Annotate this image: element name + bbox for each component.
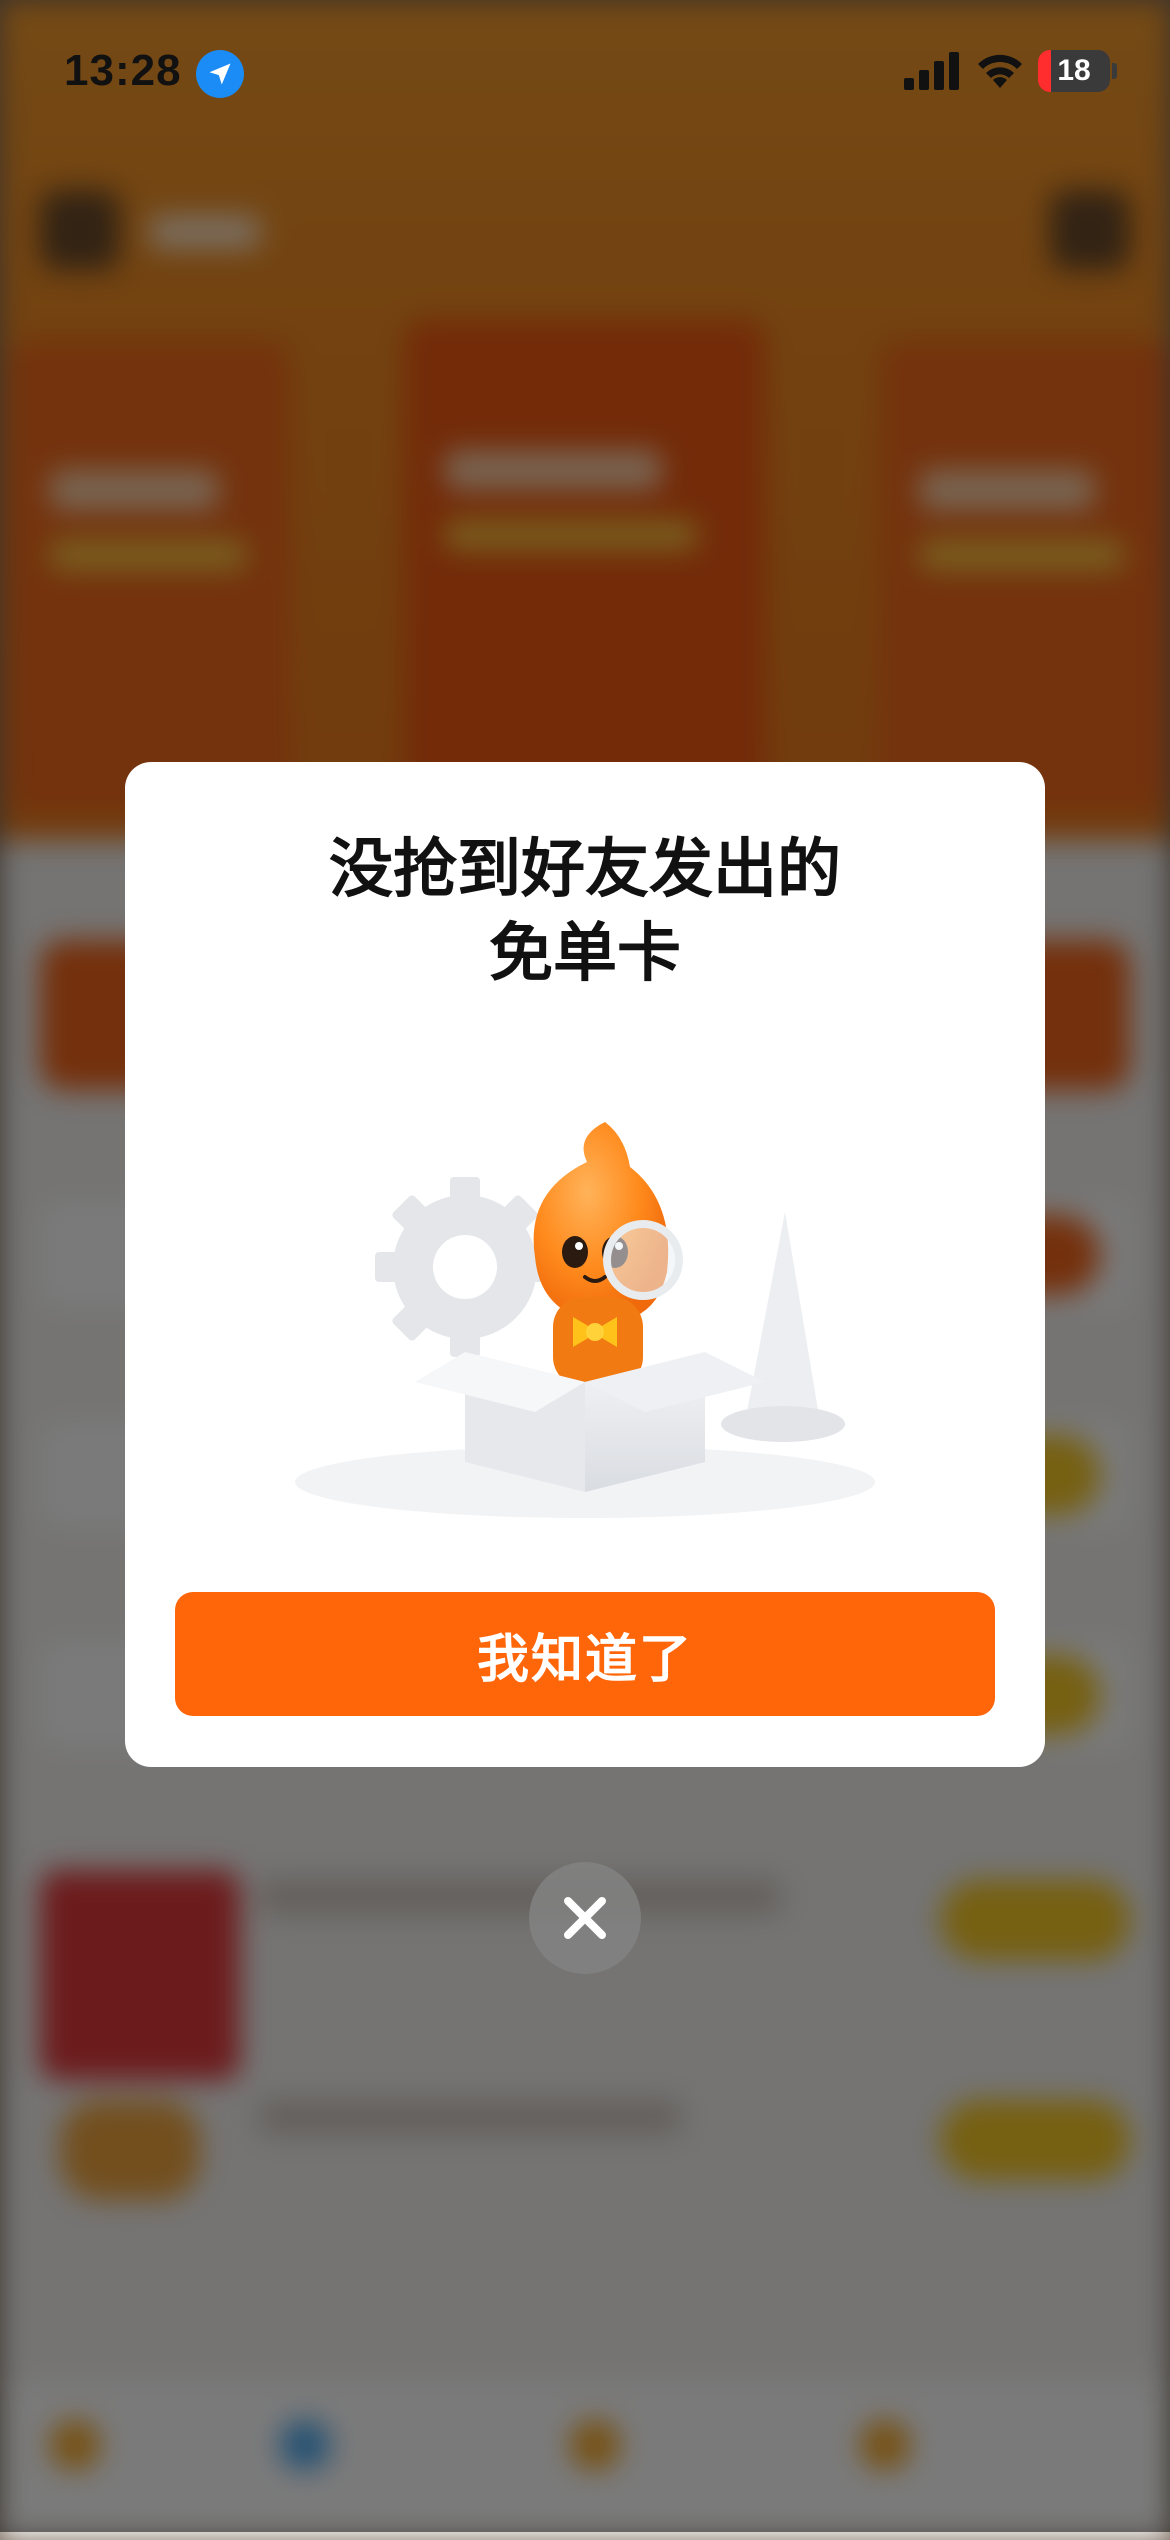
location-arrow-icon [196, 50, 244, 98]
dialog-title-line2: 免单卡 [489, 917, 681, 991]
dialog: 没抢到好友发出的 免单卡 我知道了 [125, 762, 1045, 1767]
close-icon [564, 1897, 606, 1939]
battery-cap [1112, 63, 1117, 79]
gear-icon [375, 1177, 555, 1357]
mascot-character [533, 1122, 683, 1387]
confirm-button[interactable]: 我知道了 [175, 1592, 995, 1716]
status-time: 13:28 [64, 46, 182, 95]
status-bar: 13:28 18 [0, 0, 1170, 140]
traffic-cone-icon [721, 1212, 845, 1442]
wifi-icon [974, 48, 1026, 94]
mascot-in-box-illustration [295, 1122, 875, 1518]
cellular-signal-icon [904, 52, 960, 94]
battery-percent: 18 [1057, 54, 1091, 87]
dialog-title-line1: 没抢到好友发出的 [329, 833, 841, 907]
battery-icon: 18 [1038, 50, 1110, 92]
close-button[interactable] [529, 1862, 641, 1974]
dialog-title: 没抢到好友发出的 免单卡 [125, 828, 1045, 996]
